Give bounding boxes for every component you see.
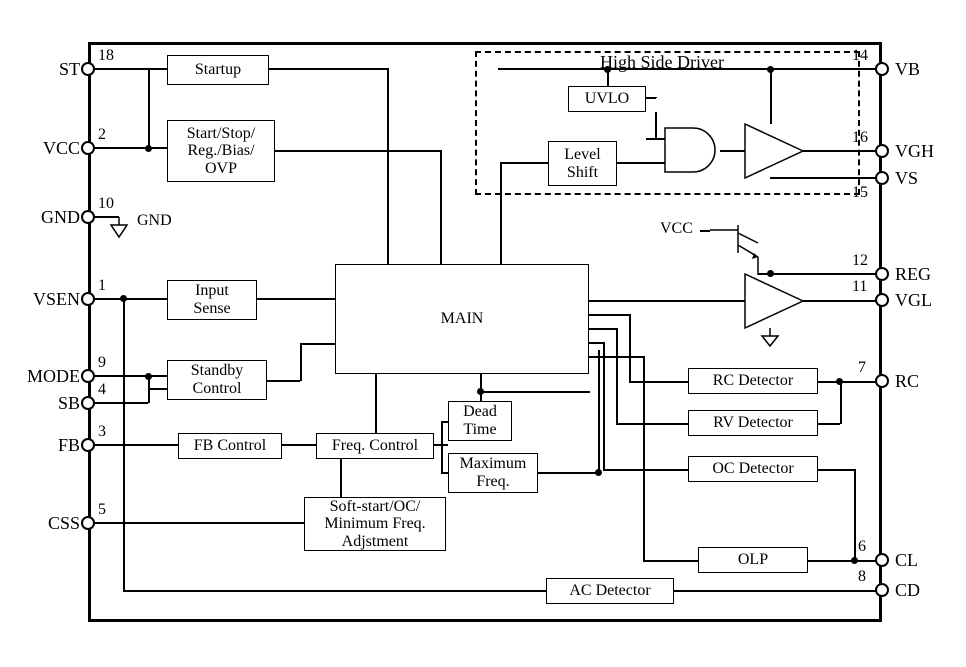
block-diagram: 18 ST 2 VCC 10 GND 1 VSEN 9 MODE 4 SB 3 … (0, 0, 966, 667)
pin-num-18: 18 (98, 47, 114, 65)
pin-label-vb: VB (895, 59, 920, 80)
gnd-symbol-icon (110, 217, 140, 247)
pin-label-sb: SB (40, 393, 80, 414)
pin-label-cl: CL (895, 550, 918, 571)
pin-num-12: 12 (852, 252, 868, 270)
pin-css (81, 516, 95, 530)
high-side-driver-label: High Side Driver (600, 52, 724, 73)
vcc-text: VCC (660, 220, 693, 238)
block-inputsense: Input Sense (167, 280, 257, 320)
block-deadtime: Dead Time (448, 401, 512, 441)
pin-sb (81, 396, 95, 410)
block-rcdet: RC Detector (688, 368, 818, 394)
block-fbcontrol: FB Control (178, 433, 282, 459)
pin-num-14: 14 (852, 47, 868, 65)
pin-vcc (81, 141, 95, 155)
pin-reg (875, 267, 889, 281)
and-gate-icon (665, 128, 721, 174)
block-olp-label: OLP (738, 551, 768, 569)
pin-fb (81, 438, 95, 452)
gnd-text: GND (137, 212, 172, 230)
block-softstart-label: Soft-start/OC/ Minimum Freq. Adjstment (324, 498, 425, 551)
block-ocdet-label: OC Detector (712, 460, 793, 478)
block-rcdet-label: RC Detector (713, 372, 793, 390)
pin-label-fb: FB (40, 435, 80, 456)
block-softstart: Soft-start/OC/ Minimum Freq. Adjstment (304, 497, 446, 551)
pin-vsen (81, 292, 95, 306)
pin-label-vgl: VGL (895, 290, 932, 311)
block-freqctrl-label: Freq. Control (332, 437, 418, 455)
pin-label-vgh: VGH (895, 141, 934, 162)
pin-num-1: 1 (98, 277, 106, 295)
buffer-high-icon (745, 124, 805, 178)
block-maxfreq: Maximum Freq. (448, 453, 538, 493)
pin-st (81, 62, 95, 76)
pin-vgh (875, 144, 889, 158)
block-startstop-label: Start/Stop/ Reg./Bias/ OVP (187, 125, 255, 178)
block-startup: Startup (167, 55, 269, 85)
pin-label-mode: MODE (20, 366, 80, 387)
pin-vs (875, 171, 889, 185)
block-levelshift-label: Level Shift (564, 146, 600, 181)
block-startstop: Start/Stop/ Reg./Bias/ OVP (167, 120, 275, 182)
block-ocdet: OC Detector (688, 456, 818, 482)
block-standby-label: Standby Control (191, 362, 243, 397)
block-inputsense-label: Input Sense (193, 282, 230, 317)
pin-label-vcc: VCC (30, 138, 80, 159)
block-rvdet: RV Detector (688, 410, 818, 436)
pin-num-9: 9 (98, 354, 106, 372)
block-acdet: AC Detector (546, 578, 674, 604)
pin-num-15: 15 (852, 184, 868, 202)
pin-label-rc: RC (895, 371, 919, 392)
pin-vb (875, 62, 889, 76)
block-acdet-label: AC Detector (569, 582, 650, 600)
block-olp: OLP (698, 547, 808, 573)
pin-num-16: 16 (852, 129, 868, 147)
pin-num-10: 10 (98, 195, 114, 213)
pin-num-4: 4 (98, 381, 106, 399)
pin-label-cd: CD (895, 580, 920, 601)
transistor-icon (710, 225, 770, 285)
block-maxfreq-label: Maximum Freq. (460, 455, 527, 490)
block-deadtime-label: Dead Time (463, 403, 497, 438)
pin-label-vs: VS (895, 168, 918, 189)
pin-cl (875, 553, 889, 567)
pin-label-st: ST (46, 59, 80, 80)
pin-cd (875, 583, 889, 597)
pin-gnd (81, 210, 95, 224)
pin-num-6: 6 (858, 538, 866, 556)
pin-num-7: 7 (858, 359, 866, 377)
pin-mode (81, 369, 95, 383)
block-startup-label: Startup (195, 61, 241, 79)
pin-num-8: 8 (858, 568, 866, 586)
pin-vgl (875, 293, 889, 307)
block-standby: Standby Control (167, 360, 267, 400)
pin-label-vsen: VSEN (20, 289, 80, 310)
pin-num-5: 5 (98, 501, 106, 519)
pin-num-11: 11 (852, 278, 867, 296)
block-fbcontrol-label: FB Control (194, 437, 266, 455)
block-uvlo-label: UVLO (585, 90, 629, 108)
pin-label-css: CSS (35, 513, 80, 534)
block-levelshift: Level Shift (548, 141, 617, 186)
block-main: MAIN (335, 264, 589, 374)
gnd-small-icon (760, 328, 782, 348)
pin-num-2: 2 (98, 126, 106, 144)
block-rvdet-label: RV Detector (713, 414, 793, 432)
pin-label-gnd: GND (30, 207, 80, 228)
pin-rc (875, 374, 889, 388)
block-uvlo: UVLO (568, 86, 646, 112)
block-main-label: MAIN (441, 310, 484, 328)
pin-label-reg: REG (895, 264, 931, 285)
pin-num-3: 3 (98, 423, 106, 441)
block-freqctrl: Freq. Control (316, 433, 434, 459)
